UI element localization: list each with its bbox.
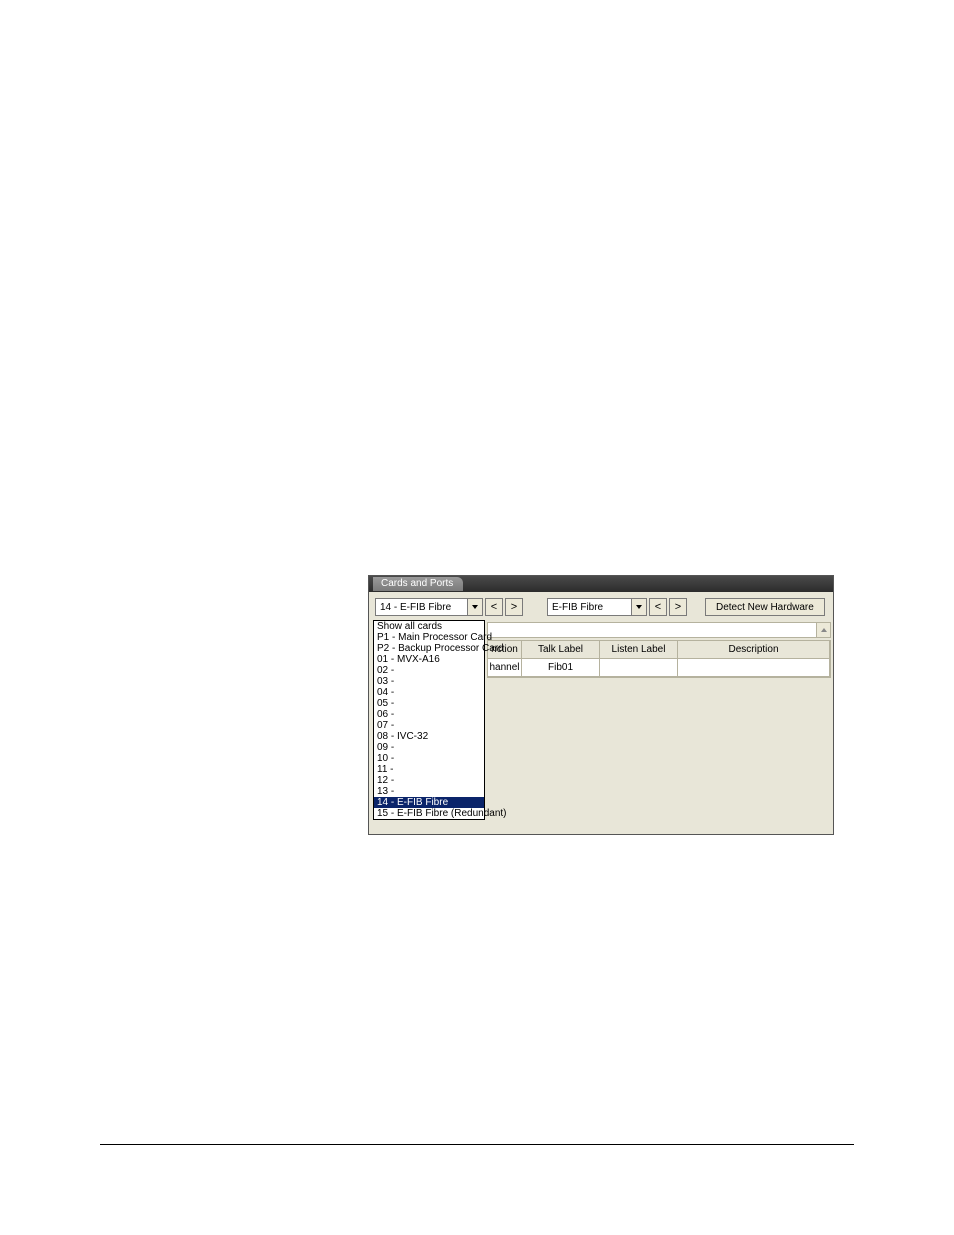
card-dropdown-list[interactable]: Show all cardsP1 - Main Processor CardP2… <box>373 620 485 820</box>
card-next-button[interactable]: > <box>505 598 523 616</box>
content-area: Show all cardsP1 - Main Processor CardP2… <box>369 620 833 832</box>
titlebar: Cards and Ports <box>369 576 833 592</box>
cell-description[interactable] <box>678 659 830 677</box>
dropdown-item[interactable]: 06 - <box>374 709 484 720</box>
dropdown-item[interactable]: 12 - <box>374 775 484 786</box>
dropdown-item[interactable]: Show all cards <box>374 621 484 632</box>
filter-input-row[interactable] <box>487 622 831 638</box>
col-header-listen-label[interactable]: Listen Label <box>600 641 678 659</box>
dropdown-item[interactable]: 08 - IVC-32 <box>374 731 484 742</box>
chevron-down-icon[interactable] <box>631 599 646 615</box>
dropdown-item[interactable]: 04 - <box>374 687 484 698</box>
dropdown-item[interactable]: 15 - E-FIB Fibre (Redundant) <box>374 808 484 819</box>
table-header: nction Talk Label Listen Label Descripti… <box>488 641 830 659</box>
dropdown-item[interactable]: 13 - <box>374 786 484 797</box>
cell-listen-label[interactable] <box>600 659 678 677</box>
col-header-description[interactable]: Description <box>678 641 830 659</box>
type-select-value: E-FIB Fibre <box>552 602 603 613</box>
dropdown-item[interactable]: P1 - Main Processor Card <box>374 632 484 643</box>
dropdown-item[interactable]: 02 - <box>374 665 484 676</box>
table-row[interactable]: hannel Fib01 <box>488 659 830 677</box>
cell-talk-label[interactable]: Fib01 <box>522 659 600 677</box>
detect-new-hardware-button[interactable]: Detect New Hardware <box>705 598 825 616</box>
card-select-combo[interactable]: 14 - E-FIB Fibre <box>375 598 483 616</box>
dropdown-item[interactable]: 03 - <box>374 676 484 687</box>
type-next-button[interactable]: > <box>669 598 687 616</box>
chevron-up-icon[interactable] <box>816 623 830 637</box>
col-header-talk-label[interactable]: Talk Label <box>522 641 600 659</box>
card-select-value: 14 - E-FIB Fibre <box>380 602 451 613</box>
type-prev-button[interactable]: < <box>649 598 667 616</box>
chevron-down-icon[interactable] <box>467 599 482 615</box>
dropdown-item[interactable]: P2 - Backup Processor Card <box>374 643 484 654</box>
cell-function[interactable]: hannel <box>488 659 522 677</box>
horizontal-rule <box>100 1144 854 1145</box>
toolbar: 14 - E-FIB Fibre < > E-FIB Fibre < > Det… <box>369 592 833 620</box>
tab-cards-and-ports[interactable]: Cards and Ports <box>373 577 463 591</box>
ports-table: nction Talk Label Listen Label Descripti… <box>487 640 831 678</box>
dropdown-item[interactable]: 10 - <box>374 753 484 764</box>
card-prev-button[interactable]: < <box>485 598 503 616</box>
dropdown-item[interactable]: 09 - <box>374 742 484 753</box>
dropdown-item[interactable]: 07 - <box>374 720 484 731</box>
dropdown-item[interactable]: 01 - MVX-A16 <box>374 654 484 665</box>
dropdown-item[interactable]: 14 - E-FIB Fibre <box>374 797 484 808</box>
dropdown-item[interactable]: 05 - <box>374 698 484 709</box>
type-select-combo[interactable]: E-FIB Fibre <box>547 598 647 616</box>
dropdown-item[interactable]: 11 - <box>374 764 484 775</box>
cards-and-ports-window: Cards and Ports 14 - E-FIB Fibre < > E-F… <box>368 575 834 835</box>
